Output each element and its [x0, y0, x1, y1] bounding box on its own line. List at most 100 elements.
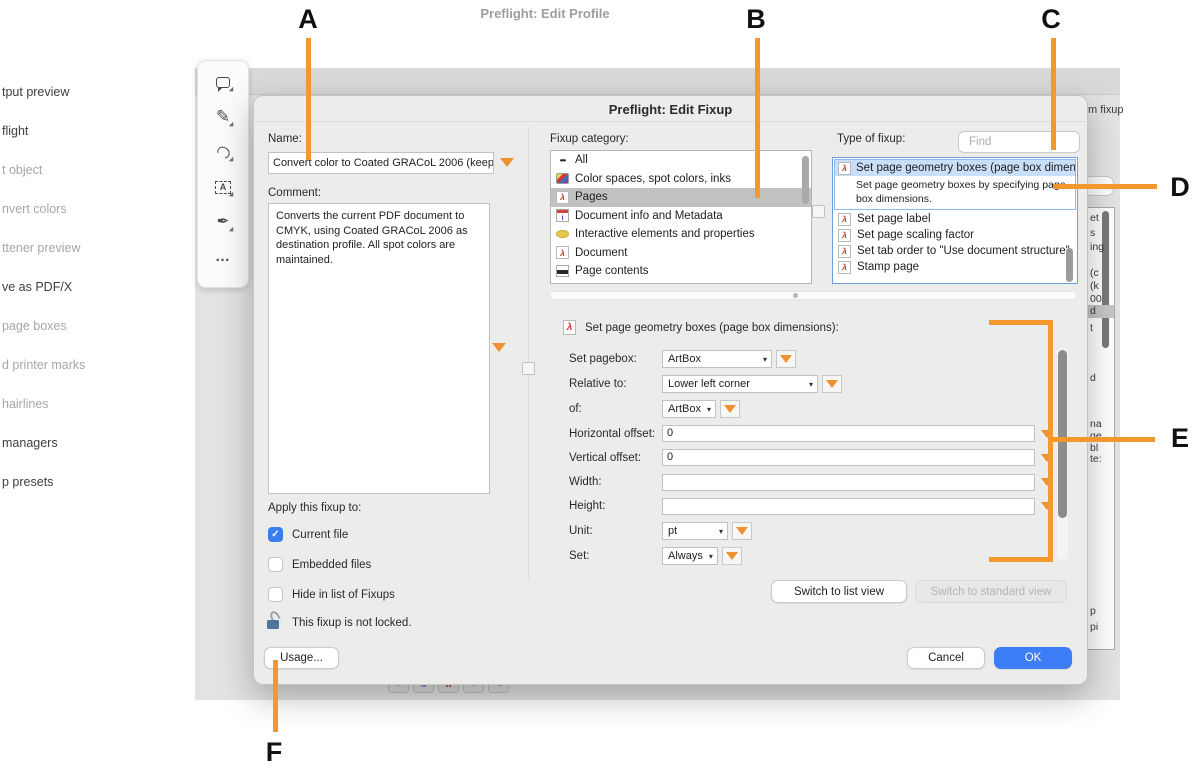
category-list-item[interactable]: Color spaces, spot colors, inks: [551, 170, 811, 189]
preset-dropdown-button[interactable]: [776, 350, 796, 368]
selected-fixup-block[interactable]: Set page geometry boxes (page box dimens…: [834, 159, 1076, 210]
sidebar-item[interactable]: flight: [0, 119, 175, 144]
preset-dropdown-button[interactable]: [732, 522, 752, 540]
preset-dropdown-button[interactable]: [822, 375, 842, 393]
form-row: of: ArtBox ▾ ArtBox: [569, 400, 1069, 418]
sidebar-item[interactable]: page boxes: [0, 314, 175, 339]
background-list-row: p: [1087, 605, 1114, 618]
sidebar-item[interactable]: d printer marks: [0, 353, 175, 378]
category-item-label: Page contents: [575, 265, 649, 277]
type-list-item[interactable]: Set tab order to "Use document structure…: [833, 243, 1077, 259]
form-text-input[interactable]: [662, 474, 1035, 491]
callout-line-e: [1053, 437, 1155, 442]
select-value: ArtBox: [668, 353, 701, 365]
sidebar-item[interactable]: hairlines: [0, 392, 175, 417]
name-input[interactable]: Convert color to Coated GRACoL 2006 (kee…: [268, 152, 494, 174]
select-value: Always: [668, 550, 703, 562]
switch-to-list-view-button[interactable]: Switch to list view: [771, 580, 907, 603]
preset-dropdown-button[interactable]: [722, 547, 742, 565]
type-of-fixup-list: Set page geometry boxes (page box dimens…: [832, 157, 1078, 284]
name-preset-dropdown-icon[interactable]: [500, 158, 514, 167]
category-item-icon: [556, 265, 569, 277]
ok-button[interactable]: OK: [994, 647, 1072, 669]
category-item-label: Pages: [575, 191, 608, 203]
category-item-icon: [556, 154, 569, 167]
background-list-row: (c: [1087, 267, 1114, 280]
select-value: pt: [668, 525, 677, 537]
checkbox[interactable]: [268, 587, 283, 602]
sidebar-item[interactable]: nvert colors: [0, 197, 175, 222]
form-select[interactable]: Always ▾: [662, 547, 718, 565]
switch-to-standard-view-button[interactable]: Switch to standard view: [915, 580, 1067, 603]
type-of-fixup-label: Type of fixup:: [837, 133, 905, 145]
horizontal-splitter[interactable]: [549, 291, 1077, 300]
form-select[interactable]: ArtBox ▾: [662, 350, 772, 368]
form-select[interactable]: pt ▾: [662, 522, 728, 540]
selected-fixup-title[interactable]: Set page geometry boxes (page box dimens…: [835, 160, 1075, 176]
cancel-button[interactable]: Cancel: [907, 647, 985, 669]
sidebar-item[interactable]: p presets: [0, 470, 175, 495]
screenshot-stage: Preflight: Edit Profile tput preview fli…: [0, 0, 1200, 775]
category-list-item[interactable]: All: [551, 151, 811, 170]
tool-button[interactable]: [212, 211, 234, 233]
comment-dropdown-icon[interactable]: [492, 343, 506, 352]
form-select[interactable]: ArtBox ▾: [662, 400, 716, 418]
tool-button[interactable]: [212, 106, 234, 128]
checkbox-row[interactable]: Current file: [268, 526, 395, 543]
sidebar-item[interactable]: managers: [0, 431, 175, 456]
unlocked-padlock-icon[interactable]: [266, 613, 282, 629]
form-field-label: Relative to:: [569, 378, 662, 390]
category-list-item[interactable]: Interactive elements and properties: [551, 225, 811, 244]
find-search-input[interactable]: Find: [958, 131, 1080, 153]
category-list-item[interactable]: Document: [551, 244, 811, 263]
sidebar-item[interactable]: t object: [0, 158, 175, 183]
pdf-fixup-icon: [838, 229, 851, 242]
category-list-item[interactable]: Document info and Metadata: [551, 207, 811, 226]
callout-line-b: [755, 38, 760, 198]
form-text-input[interactable]: [662, 498, 1035, 515]
form-header-label: Set page geometry boxes (page box dimens…: [585, 322, 839, 334]
type-list-item[interactable]: Stamp page: [833, 259, 1077, 275]
form-scrollbar-thumb[interactable]: [1058, 350, 1067, 518]
form-text-input[interactable]: 0: [662, 449, 1035, 466]
checkbox-label: Current file: [292, 529, 348, 541]
category-list-item[interactable]: Pages: [551, 188, 811, 207]
tool-button[interactable]: [212, 71, 234, 93]
background-right-text: m fixup: [1088, 104, 1123, 116]
category-list-item[interactable]: Page contents: [551, 262, 811, 281]
pane-divider[interactable]: [528, 127, 529, 579]
tool-button[interactable]: [212, 141, 234, 163]
callout-letter-a: A: [291, 4, 325, 35]
checkbox-row[interactable]: Hide in list of Fixups: [268, 586, 395, 603]
form-field-label: Horizontal offset:: [569, 428, 662, 440]
category-scrollbar[interactable]: [802, 156, 809, 204]
tool-button[interactable]: [212, 176, 234, 198]
preset-dropdown-button[interactable]: [720, 400, 740, 418]
type-list-items: Set page label Set page scaling factor S…: [833, 211, 1077, 275]
type-list-scrollbar[interactable]: [1066, 248, 1073, 282]
sidebar-item[interactable]: tput preview: [0, 80, 175, 105]
pane-divider-handle[interactable]: [812, 205, 825, 218]
checkbox-row[interactable]: Embedded files: [268, 556, 395, 573]
checkbox[interactable]: [268, 527, 283, 542]
sidebar-item[interactable]: ttener preview: [0, 236, 175, 261]
pane-divider-handle[interactable]: [522, 362, 535, 375]
tool-button[interactable]: [212, 246, 234, 268]
background-list-row: et: [1087, 212, 1114, 225]
dialog-titlebar[interactable]: Preflight: Edit Fixup: [253, 95, 1088, 122]
comment-textarea[interactable]: Converts the current PDF document to CMY…: [268, 203, 490, 494]
type-list-item[interactable]: Set page label: [833, 211, 1077, 227]
form-field-label: Height:: [569, 500, 662, 512]
category-item-label: All: [575, 154, 588, 166]
callout-line-a: [306, 38, 311, 160]
form-select[interactable]: Lower left corner ▾: [662, 375, 818, 393]
sidebar-item[interactable]: ve as PDF/X: [0, 275, 175, 300]
form-text-input[interactable]: 0: [662, 425, 1035, 442]
background-list-row: te:: [1087, 453, 1114, 466]
flyout-corner-icon: [229, 227, 233, 231]
category-item-label: Color spaces, spot colors, inks: [575, 173, 731, 185]
checkbox[interactable]: [268, 557, 283, 572]
chevron-down-icon: ▾: [707, 405, 711, 414]
form-row: Horizontal offset: 0 ▾ 0: [569, 425, 1069, 442]
type-list-item[interactable]: Set page scaling factor: [833, 227, 1077, 243]
